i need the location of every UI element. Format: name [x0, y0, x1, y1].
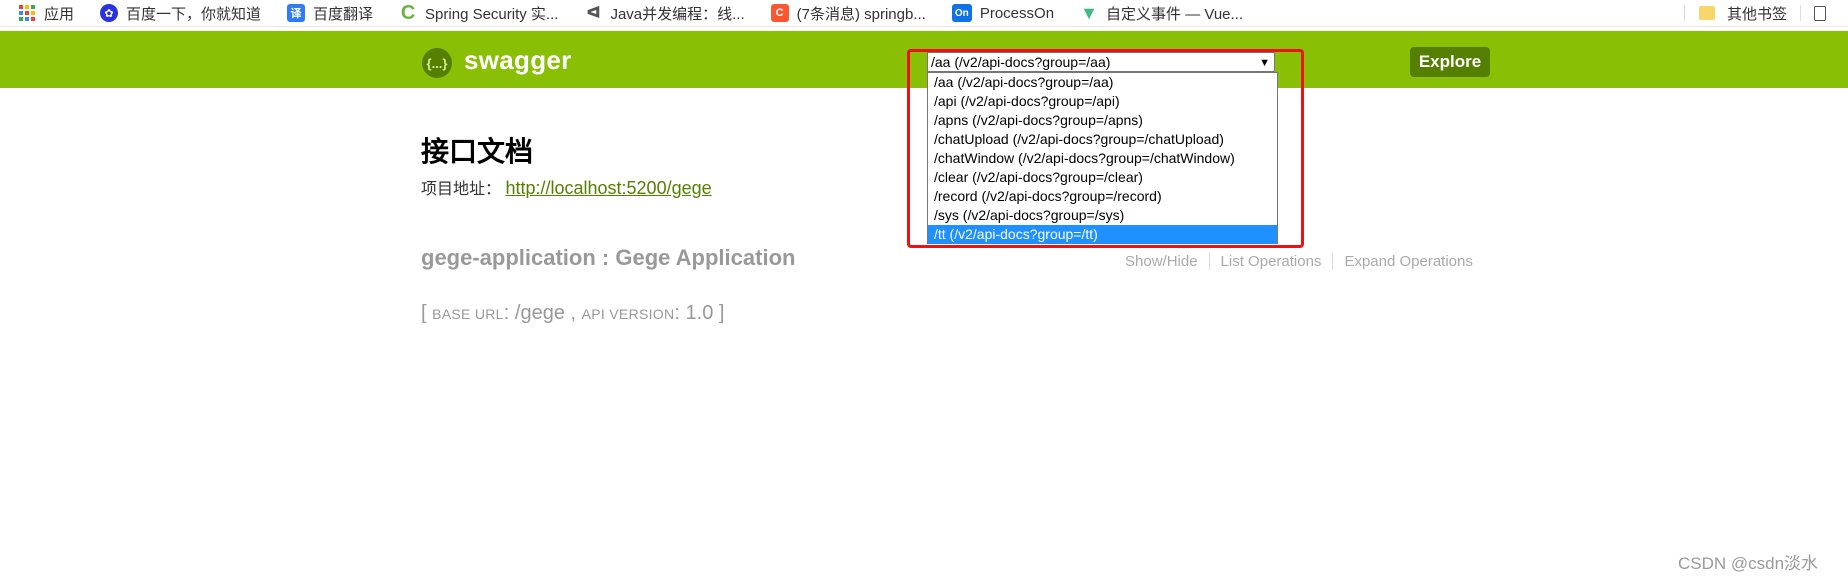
bookmark-processon[interactable]: On ProcessOn — [951, 4, 1055, 22]
bookmark-label: 百度一下，你就知道 — [126, 5, 262, 23]
operations-links: Show/Hide List Operations Expand Operati… — [1125, 252, 1473, 270]
bookmark-spring-security[interactable]: C Spring Security 实... — [399, 1, 559, 24]
list-operations-link[interactable]: List Operations — [1221, 253, 1322, 270]
bookmark-label: 百度翻译 — [313, 5, 374, 23]
csdn-watermark: CSDN @csdn淡水 — [1678, 554, 1819, 573]
bookmark-apps[interactable]: 应用 — [18, 3, 74, 24]
show-hide-link[interactable]: Show/Hide — [1125, 253, 1198, 270]
divider — [1208, 252, 1210, 270]
bookmark-java-concurrency[interactable]: ᐊ Java并发编程：线... — [584, 3, 744, 24]
bookmark-csdn[interactable]: C (7条消息) springb... — [770, 3, 926, 24]
page-title: 接口文档 — [421, 136, 534, 167]
bookmark-divider — [1684, 0, 1685, 26]
bookmark-baidu[interactable]: ✿ 百度一下，你就知道 — [100, 3, 261, 24]
swagger-logo-icon: {...} — [422, 48, 452, 78]
bookmark-label: ProcessOn — [979, 4, 1055, 22]
yuque-icon: ᐊ — [586, 5, 601, 22]
bookmark-label: Java并发编程：线... — [610, 5, 745, 23]
bookmark-label: (7条消息) springb... — [796, 5, 926, 23]
vue-icon: ▼ — [1080, 2, 1098, 23]
apps-grid-icon — [18, 5, 36, 21]
processon-icon: On — [951, 4, 972, 22]
swagger-logo-text[interactable]: swagger — [464, 45, 572, 76]
spring-icon: C — [400, 1, 416, 24]
explore-button[interactable]: Explore — [1410, 47, 1490, 77]
base-url-label: BASE URL — [432, 306, 504, 322]
bookmarks-bar: 应用 ✿ 百度一下，你就知道 译 百度翻译 C Spring Security … — [0, 0, 1848, 27]
bookmark-other-folder[interactable]: 其他书签 — [1699, 0, 1787, 26]
bookmark-divider — [1800, 0, 1801, 26]
csdn-icon: C — [770, 4, 789, 22]
divider — [1332, 252, 1334, 270]
baidu-paw-icon: ✿ — [100, 4, 119, 22]
project-address: 项目地址： http://localhost:5200/gege — [421, 175, 712, 199]
bookmark-label: 自定义事件 — Vue... — [1106, 5, 1244, 23]
project-address-label: 项目地址： — [421, 181, 502, 198]
bookmark-baidu-translate[interactable]: 译 百度翻译 — [287, 3, 373, 24]
base-url-value: /gege — [514, 302, 565, 324]
api-version-value: 1.0 — [685, 302, 714, 324]
base-url-info: [ BASE URL: /gege , API VERSION: 1.0 ] — [421, 302, 725, 324]
expand-operations-link[interactable]: Expand Operations — [1344, 253, 1472, 270]
translate-icon: 译 — [287, 4, 306, 22]
project-url-link[interactable]: http://localhost:5200/gege — [505, 178, 711, 198]
annotation-highlight-box — [907, 49, 1304, 248]
bookmark-vue-events[interactable]: ▼ 自定义事件 — Vue... — [1080, 3, 1243, 24]
bookmark-label: 其他书签 — [1727, 5, 1788, 23]
bookmark-label: Spring Security 实... — [425, 5, 559, 23]
application-title[interactable]: gege-application : Gege Application — [421, 245, 795, 271]
folder-icon — [1699, 6, 1715, 20]
reading-list-icon[interactable] — [1814, 0, 1826, 26]
bookmark-label: 应用 — [44, 5, 75, 23]
api-version-label: API VERSION — [581, 306, 675, 322]
